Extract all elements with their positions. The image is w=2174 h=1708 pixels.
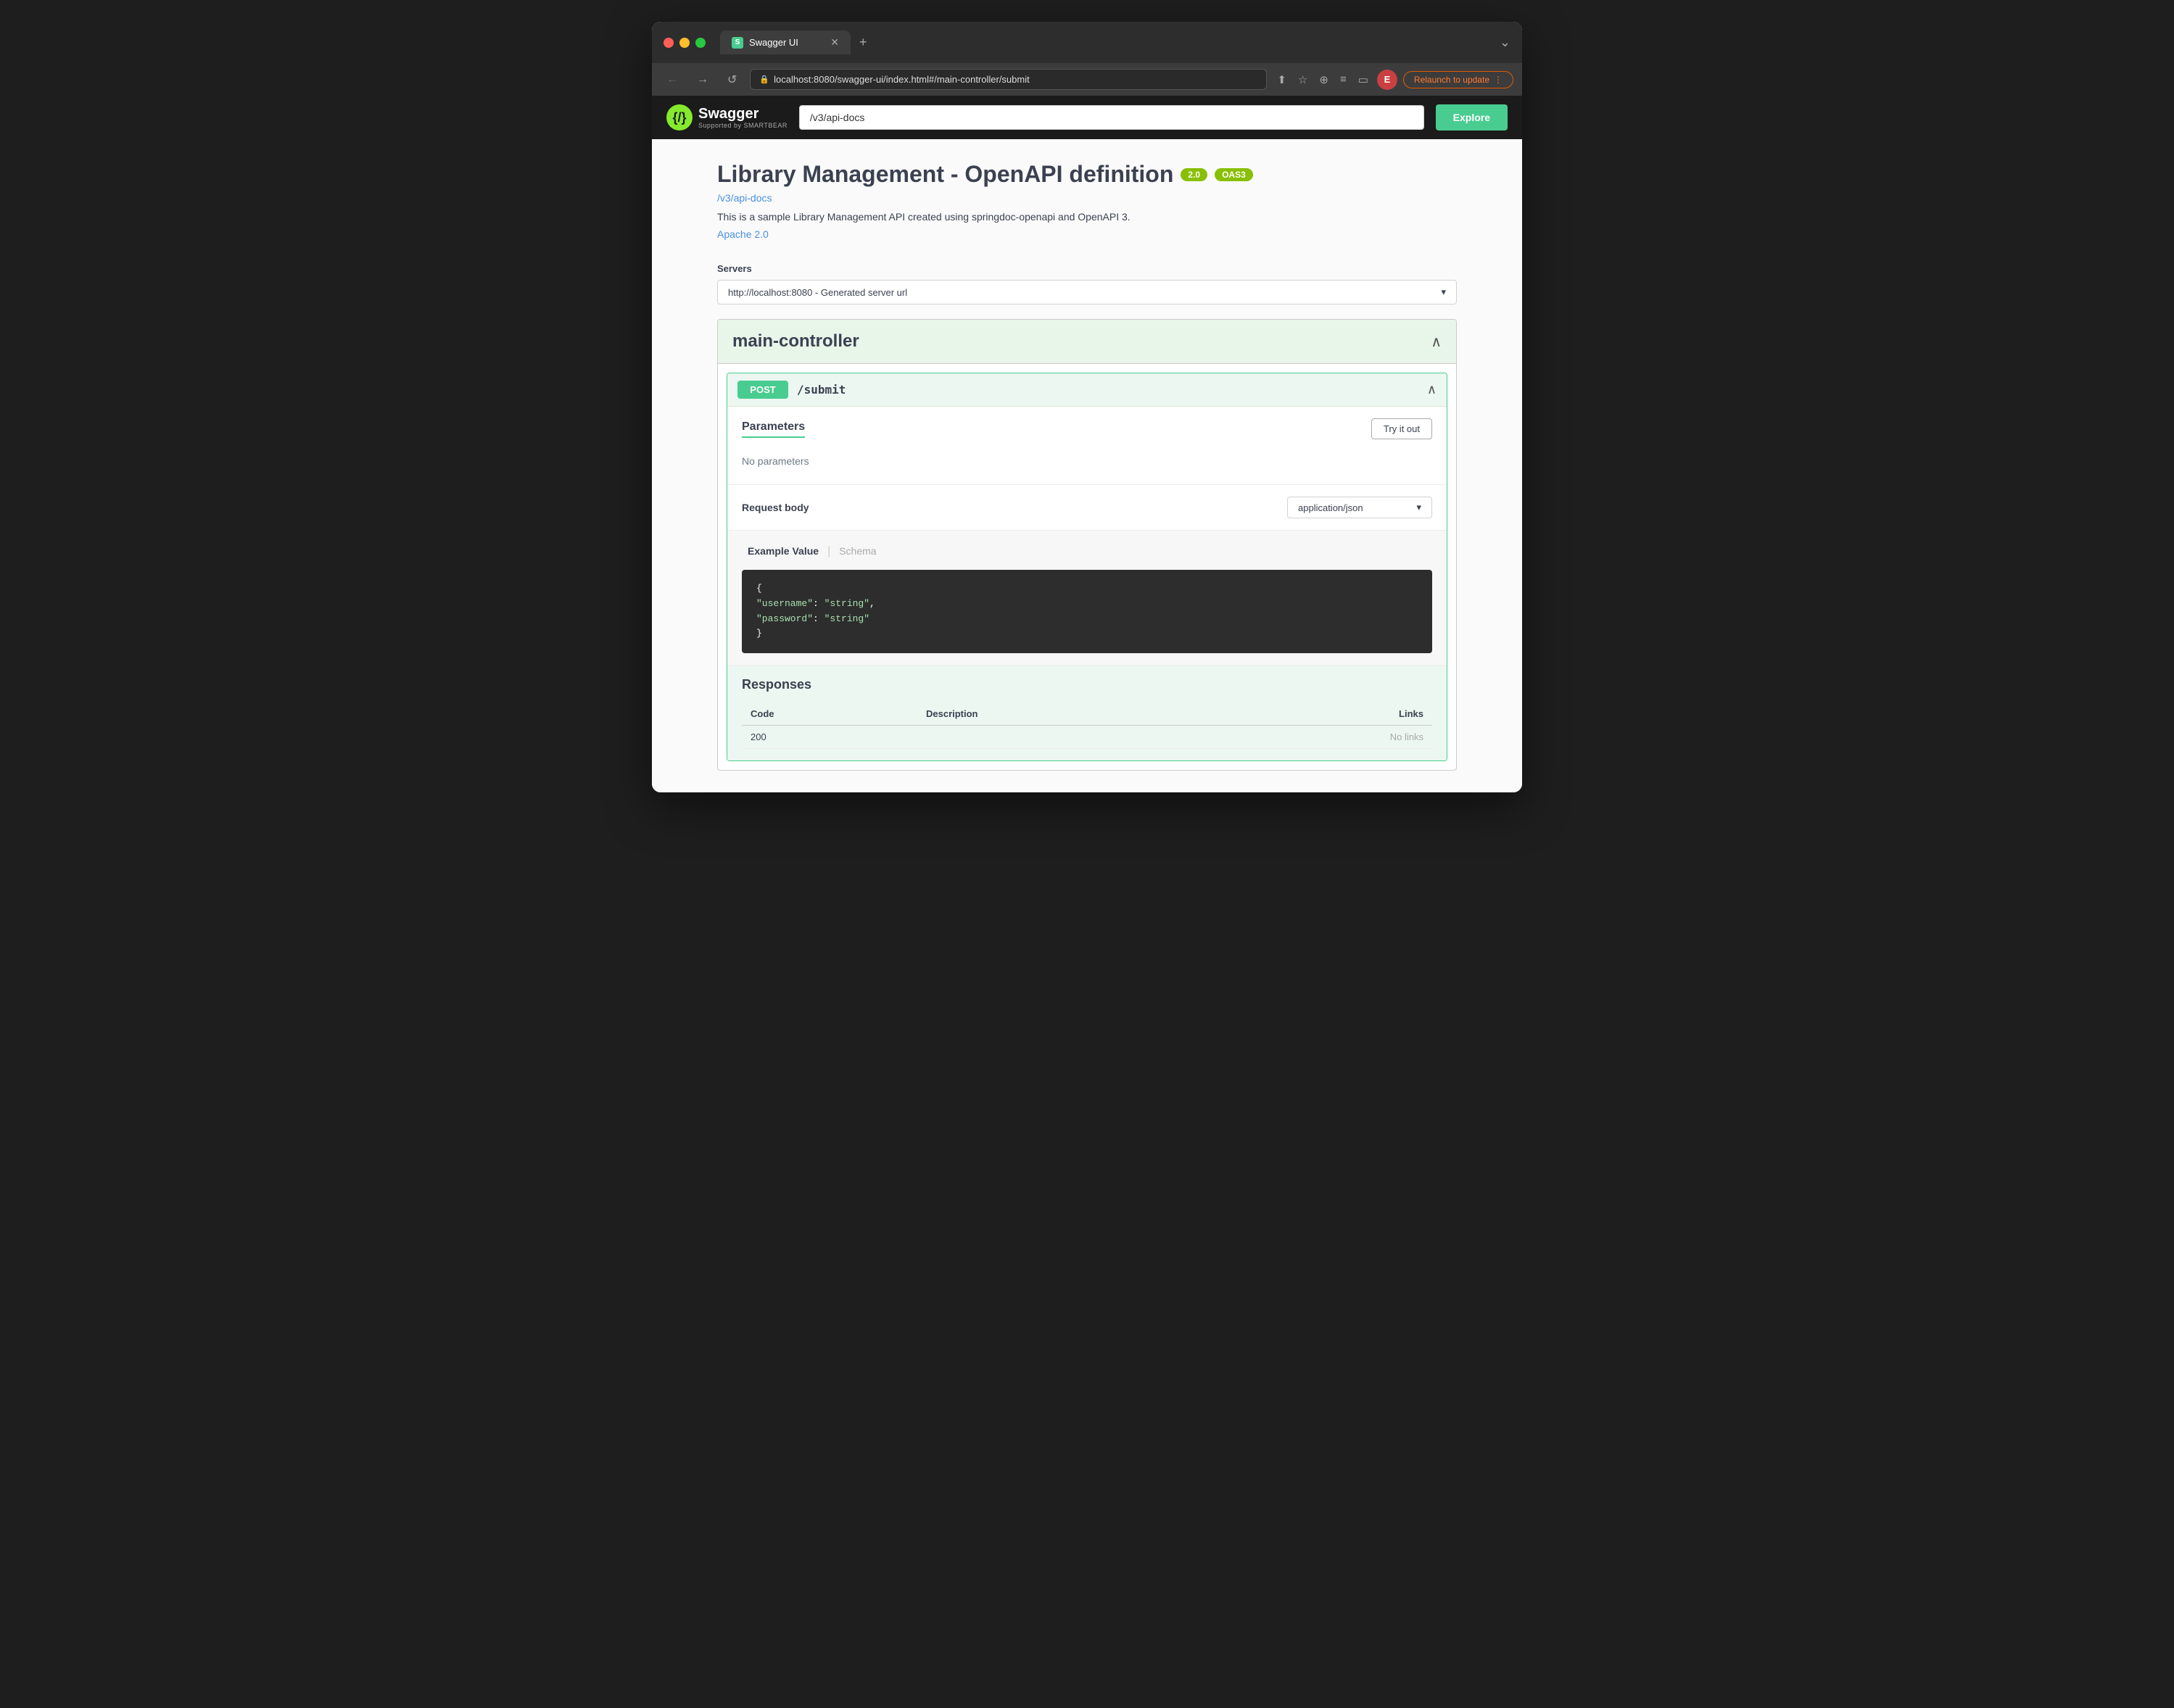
swagger-header: {/} Swagger Supported by SMARTBEAR Explo… [652,96,1522,139]
extensions-icon[interactable]: ⊕ [1316,70,1331,89]
col-links: Links [1214,702,1432,726]
endpoint-header[interactable]: POST /submit ∧ [727,373,1447,406]
tab-close-icon[interactable]: ✕ [830,36,839,49]
toolbar-actions: ⬆ ☆ ⊕ ≡ ▭ E Relaunch to update ⋮ [1274,70,1513,90]
parameters-header: Parameters Try it out [742,418,1432,439]
controller-section: main-controller ∧ POST /submit ∧ [717,319,1457,771]
col-code: Code [742,702,917,726]
content-type-select[interactable]: application/json ▾ [1287,497,1432,518]
forward-button[interactable]: → [691,70,714,89]
controller-name: main-controller [732,331,859,352]
api-title-row: Library Management - OpenAPI definition … [717,161,1457,188]
reading-mode-icon[interactable]: ≡ [1337,70,1350,88]
split-view-icon[interactable]: ▭ [1355,70,1371,89]
endpoint-row: POST /submit ∧ Parameters Try it out [727,373,1447,761]
version-badge: 2.0 [1181,168,1207,181]
server-selected-value: http://localhost:8080 - Generated server… [728,287,907,298]
endpoint-detail: Parameters Try it out No parameters Requ… [727,406,1447,760]
security-icon: 🔒 [759,75,769,84]
no-parameters-text: No parameters [742,449,1432,473]
api-description: This is a sample Library Management API … [717,211,1457,223]
endpoint-path: /submit [797,383,846,397]
tab-divider: | [824,542,833,561]
example-value-tab[interactable]: Example Value [742,542,824,561]
responses-title: Responses [742,677,1432,692]
example-tabs: Example Value | Schema [742,542,1432,561]
relaunch-menu-icon: ⋮ [1494,75,1503,85]
request-body-label: Request body [742,502,809,513]
endpoint-left: POST /submit [737,381,846,399]
relaunch-label: Relaunch to update [1414,75,1489,85]
address-bar: 🔒 localhost:8080/swagger-ui/index.html#/… [750,69,1267,90]
parameters-title: Parameters [742,420,805,438]
server-dropdown-icon: ▾ [1441,286,1446,298]
responses-table: Code Description Links 200 [742,702,1432,749]
schema-tab[interactable]: Schema [833,542,882,561]
try-it-out-button[interactable]: Try it out [1371,418,1432,439]
minimize-button[interactable] [679,38,690,48]
user-avatar[interactable]: E [1377,70,1397,90]
oas3-badge: OAS3 [1215,168,1253,181]
tab-title: Swagger UI [749,37,798,48]
back-button[interactable]: ← [661,70,684,89]
page-content: {/} Swagger Supported by SMARTBEAR Explo… [652,96,1522,792]
swagger-logo: {/} Swagger Supported by SMARTBEAR [666,104,788,130]
refresh-button[interactable]: ↺ [722,70,743,90]
browser-tab[interactable]: S Swagger UI ✕ [720,30,851,54]
swagger-sub: Supported by SMARTBEAR [698,122,788,129]
code-block: { "username": "string", "password": "str… [742,570,1432,653]
license-link[interactable]: Apache 2.0 [717,228,769,240]
share-icon[interactable]: ⬆ [1274,70,1289,89]
tab-favicon: S [732,37,743,49]
api-title: Library Management - OpenAPI definition [717,161,1173,188]
window-controls[interactable]: ⌄ [1500,35,1510,50]
swagger-body: Library Management - OpenAPI definition … [688,139,1486,792]
new-tab-button[interactable]: + [856,32,870,53]
controller-header[interactable]: main-controller ∧ [718,320,1456,364]
parameters-section: Parameters Try it out No parameters [727,407,1447,485]
controller-collapse-icon[interactable]: ∧ [1431,333,1442,351]
explore-button[interactable]: Explore [1436,104,1508,130]
api-docs-link[interactable]: /v3/api-docs [717,192,1457,204]
request-body-header: Request body application/json ▾ [742,497,1432,518]
fullscreen-button[interactable] [695,38,706,48]
table-row: 200 No links [742,726,1432,749]
col-description: Description [917,702,1214,726]
swagger-search-input[interactable] [799,105,1424,130]
request-body-section: Request body application/json ▾ [727,485,1447,531]
swagger-brand: Swagger [698,106,788,122]
swagger-logo-text: Swagger Supported by SMARTBEAR [698,106,788,129]
browser-toolbar: ← → ↺ 🔒 localhost:8080/swagger-ui/index.… [652,63,1522,96]
responses-section: Responses Code Description Links [727,665,1447,760]
example-section: Example Value | Schema { "username": "st… [727,531,1447,665]
content-type-value: application/json [1298,502,1363,513]
endpoint-collapse-icon[interactable]: ∧ [1427,382,1437,397]
content-type-dropdown-icon: ▾ [1416,502,1421,513]
response-links: No links [1214,726,1432,749]
server-select[interactable]: http://localhost:8080 - Generated server… [717,280,1457,304]
method-badge: POST [737,381,788,399]
traffic-lights [664,38,706,48]
servers-section: Servers http://localhost:8080 - Generate… [717,263,1457,304]
browser-window: S Swagger UI ✕ + ⌄ ← → ↺ 🔒 localhost:808… [652,22,1522,792]
url-text[interactable]: localhost:8080/swagger-ui/index.html#/ma… [774,74,1257,85]
servers-label: Servers [717,263,1457,274]
bookmark-icon[interactable]: ☆ [1295,70,1310,89]
response-description [917,726,1214,749]
close-button[interactable] [664,38,674,48]
browser-titlebar: S Swagger UI ✕ + ⌄ [652,22,1522,63]
swagger-logo-icon: {/} [666,104,693,130]
response-code: 200 [742,726,917,749]
relaunch-button[interactable]: Relaunch to update ⋮ [1403,71,1513,88]
tab-bar: S Swagger UI ✕ + [720,30,1491,54]
